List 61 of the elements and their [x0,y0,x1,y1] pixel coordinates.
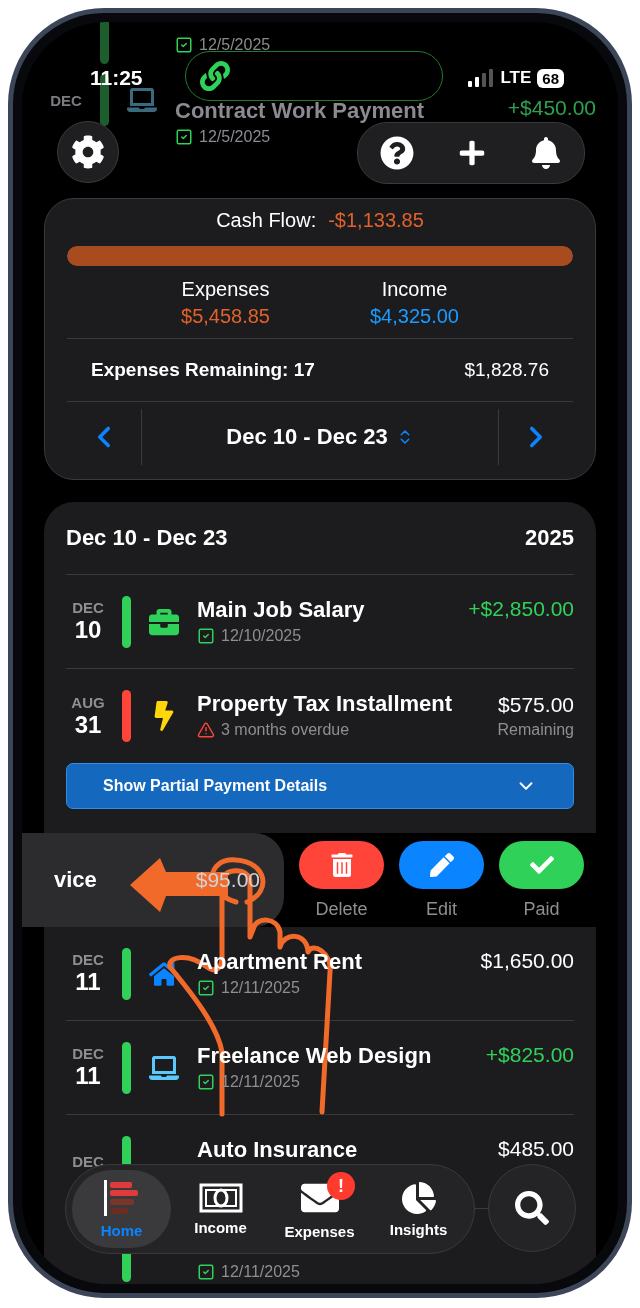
remaining-label: Expenses Remaining: 17 [91,359,315,381]
amount-note: Remaining [497,721,574,739]
entry-date: 12/11/2025 [221,978,300,997]
expenses-label: Expenses [181,278,270,301]
month-label: DEC [72,951,104,968]
period-selector[interactable]: Dec 10 - Dec 23 [142,424,498,450]
cash-flow-label: Cash Flow: [216,209,317,232]
help-button[interactable] [380,136,414,170]
day-label: 31 [74,710,102,739]
remaining-value: $1,828.76 [464,359,549,381]
month-label: AUG [71,693,105,711]
laptop-icon [127,85,157,115]
income-value: $4,325.00 [370,305,459,328]
settings-icon [71,135,105,169]
month-label: DEC [50,91,82,109]
briefcase-icon [149,606,179,637]
entry-date: 3 months overdue [221,721,350,739]
entry-amount: $1,650.00 [480,949,574,973]
entry-amount: $485.00 [498,1137,574,1161]
trash-icon [329,852,354,877]
entry-amount: +$2,850.00 [468,597,574,621]
notifications-button[interactable] [530,137,562,169]
month-label: DEC [72,1045,104,1062]
entry-title: vice [54,867,97,893]
link-icon [200,61,230,91]
expenses-value: $5,458.85 [181,305,270,328]
signal-icon [468,69,495,87]
entry-title: Property Tax Installment [197,691,454,717]
entry-date: 12/10/2025 [221,626,302,645]
entry-title: Main Job Salary [197,596,366,623]
entry-date: 12/11/2025 [221,1263,300,1281]
add-button[interactable] [458,139,486,167]
status-bar [100,22,109,64]
cash-flow-value: -$1,133.85 [328,209,424,232]
month-label: DEC [72,1153,104,1170]
entry-date: 12/5/2025 [199,36,271,54]
clock: 11:25 [90,66,143,90]
day-label: 11 [75,1062,101,1090]
entry-amount: +$450.00 [507,96,596,120]
entry-amount: +$825.00 [485,1043,574,1067]
tab-button[interactable]: Expenses ! [270,1170,369,1248]
list-title: Dec 10 - Dec 23 [66,525,228,551]
bill-icon [198,1182,243,1213]
month-label: DEC [72,599,104,616]
income-label: Income [381,278,448,301]
search-icon [515,1191,549,1225]
tab-button[interactable]: Insights [369,1170,468,1248]
alert-badge: ! [327,1172,355,1200]
entry-date: 12/5/2025 [199,128,271,146]
day-label: 11 [75,968,101,996]
entry-title: Auto Insurance [197,1136,359,1163]
entry-amount: $575.00 [498,693,574,717]
tab-button[interactable]: Income [171,1170,270,1248]
pie-chart-icon [401,1180,436,1215]
entry-title: Contract Work Payment [175,98,425,124]
partial-payment-button[interactable]: Show Partial Payment Details [66,763,574,809]
year-label: 2025 [525,525,574,551]
pencil-icon [429,852,454,877]
network-label: LTE [500,68,532,88]
day-label: 10 [74,616,102,644]
battery-level: 68 [537,68,564,88]
